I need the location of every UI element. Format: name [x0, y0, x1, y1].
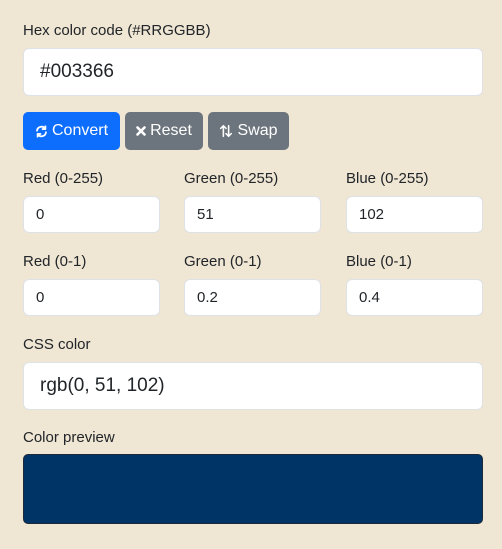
css-color-label: CSS color — [23, 336, 91, 353]
reset-button[interactable]: Reset — [125, 112, 203, 150]
x-icon — [136, 126, 146, 136]
red-255-label: Red (0-255) — [23, 170, 104, 187]
red-01-value: 0 — [36, 289, 45, 306]
hex-label: Hex color code (#RRGGBB) — [23, 22, 211, 39]
blue-255-input[interactable]: 102 — [346, 196, 483, 233]
blue-01-input[interactable]: 0.4 — [346, 279, 483, 316]
blue-255-label: Blue (0-255) — [346, 170, 429, 187]
red-255-input[interactable]: 0 — [23, 196, 160, 233]
reset-button-label: Reset — [150, 122, 192, 139]
swap-button[interactable]: Swap — [208, 112, 289, 150]
red-255-value: 0 — [36, 206, 45, 223]
swap-vertical-icon — [219, 124, 233, 138]
blue-01-value: 0.4 — [359, 289, 380, 306]
css-color-value: rgb(0, 51, 102) — [40, 375, 165, 396]
blue-255-value: 102 — [359, 206, 385, 223]
blue-01-label: Blue (0-1) — [346, 253, 412, 270]
green-255-value: 51 — [197, 206, 214, 223]
refresh-icon — [35, 124, 48, 138]
hex-input-value: #003366 — [40, 61, 114, 82]
color-preview-swatch — [23, 454, 483, 524]
red-01-input[interactable]: 0 — [23, 279, 160, 316]
convert-button-label: Convert — [51, 122, 109, 139]
css-color-input[interactable]: rgb(0, 51, 102) — [23, 362, 483, 410]
green-01-label: Green (0-1) — [184, 253, 262, 270]
convert-button[interactable]: Convert — [23, 112, 120, 150]
red-01-label: Red (0-1) — [23, 253, 87, 270]
green-255-label: Green (0-255) — [184, 170, 279, 187]
color-preview-label: Color preview — [23, 429, 115, 446]
hex-input[interactable]: #003366 — [23, 48, 483, 96]
green-255-input[interactable]: 51 — [184, 196, 321, 233]
swap-button-label: Swap — [237, 122, 278, 139]
green-01-value: 0.2 — [197, 289, 218, 306]
green-01-input[interactable]: 0.2 — [184, 279, 321, 316]
